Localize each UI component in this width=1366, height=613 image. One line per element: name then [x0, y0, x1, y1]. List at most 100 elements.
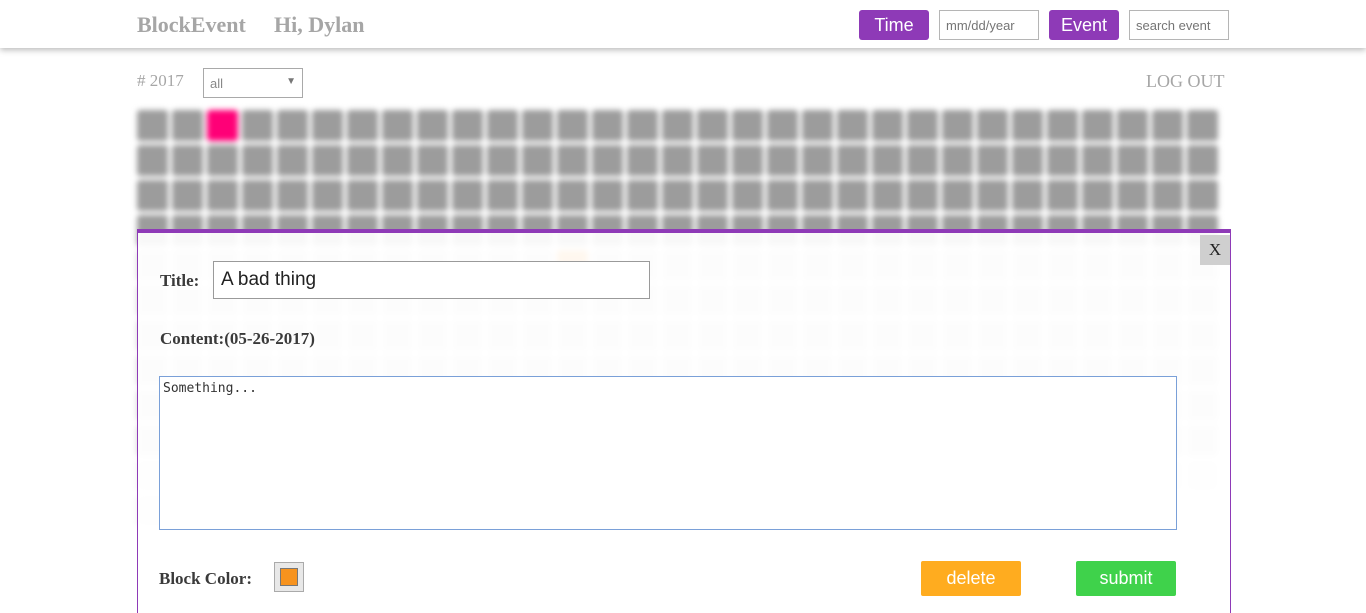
- day-block[interactable]: [732, 110, 763, 141]
- day-block[interactable]: [1047, 180, 1078, 211]
- day-block[interactable]: [1187, 110, 1218, 141]
- day-block[interactable]: [1152, 145, 1183, 176]
- day-block[interactable]: [837, 180, 868, 211]
- day-block[interactable]: [627, 110, 658, 141]
- time-button[interactable]: Time: [859, 10, 929, 40]
- day-block[interactable]: [137, 110, 168, 141]
- delete-button[interactable]: delete: [921, 561, 1021, 596]
- day-block[interactable]: [977, 180, 1008, 211]
- day-block[interactable]: [557, 145, 588, 176]
- day-block[interactable]: [557, 180, 588, 211]
- day-block[interactable]: [1047, 145, 1078, 176]
- search-event-input[interactable]: [1129, 10, 1229, 40]
- day-block[interactable]: [942, 145, 973, 176]
- date-input[interactable]: [939, 10, 1039, 40]
- title-input[interactable]: [213, 261, 650, 299]
- day-block[interactable]: [977, 145, 1008, 176]
- day-block[interactable]: [662, 110, 693, 141]
- day-block[interactable]: [312, 110, 343, 141]
- day-block[interactable]: [907, 145, 938, 176]
- day-block[interactable]: [907, 110, 938, 141]
- day-block[interactable]: [487, 180, 518, 211]
- day-block[interactable]: [277, 145, 308, 176]
- day-block[interactable]: [522, 145, 553, 176]
- day-block[interactable]: [382, 180, 413, 211]
- day-block[interactable]: [242, 145, 273, 176]
- close-button[interactable]: X: [1200, 235, 1230, 265]
- day-block[interactable]: [802, 180, 833, 211]
- day-block[interactable]: [1082, 180, 1113, 211]
- block-color-picker[interactable]: [274, 562, 304, 592]
- day-block[interactable]: [977, 110, 1008, 141]
- day-block[interactable]: [347, 110, 378, 141]
- day-block[interactable]: [347, 180, 378, 211]
- submit-button[interactable]: submit: [1076, 561, 1176, 596]
- day-block[interactable]: [942, 180, 973, 211]
- day-block[interactable]: [172, 180, 203, 211]
- day-block[interactable]: [522, 110, 553, 141]
- day-block[interactable]: [802, 145, 833, 176]
- day-block[interactable]: [417, 145, 448, 176]
- day-block[interactable]: [1082, 110, 1113, 141]
- day-block[interactable]: [1117, 110, 1148, 141]
- day-block[interactable]: [242, 110, 273, 141]
- day-block[interactable]: [1187, 145, 1218, 176]
- day-block[interactable]: [592, 180, 623, 211]
- logout-link[interactable]: LOG OUT: [1146, 71, 1225, 92]
- day-block[interactable]: [487, 145, 518, 176]
- day-block[interactable]: [277, 110, 308, 141]
- day-block[interactable]: [347, 145, 378, 176]
- day-block[interactable]: [662, 180, 693, 211]
- day-block[interactable]: [452, 145, 483, 176]
- day-block[interactable]: [452, 110, 483, 141]
- day-block[interactable]: [312, 145, 343, 176]
- day-block[interactable]: [872, 110, 903, 141]
- day-block[interactable]: [487, 110, 518, 141]
- day-block[interactable]: [767, 180, 798, 211]
- day-block[interactable]: [872, 180, 903, 211]
- content-textarea[interactable]: Something...: [159, 376, 1177, 530]
- day-block[interactable]: [172, 110, 203, 141]
- day-block[interactable]: [732, 145, 763, 176]
- day-block[interactable]: [907, 180, 938, 211]
- day-block[interactable]: [1117, 180, 1148, 211]
- day-block[interactable]: [802, 110, 833, 141]
- day-block[interactable]: [277, 180, 308, 211]
- filter-select[interactable]: all ▼: [203, 68, 303, 98]
- day-block[interactable]: [1187, 180, 1218, 211]
- day-block[interactable]: [1012, 145, 1043, 176]
- day-block[interactable]: [767, 145, 798, 176]
- day-block[interactable]: [522, 180, 553, 211]
- brand-logo[interactable]: BlockEvent: [137, 12, 246, 38]
- day-block[interactable]: [312, 180, 343, 211]
- day-block[interactable]: [1117, 145, 1148, 176]
- day-block[interactable]: [627, 145, 658, 176]
- day-block[interactable]: [592, 145, 623, 176]
- day-block[interactable]: [417, 180, 448, 211]
- day-block[interactable]: [627, 180, 658, 211]
- day-block[interactable]: [382, 145, 413, 176]
- day-block[interactable]: [382, 110, 413, 141]
- day-block[interactable]: [1152, 110, 1183, 141]
- day-block[interactable]: [137, 145, 168, 176]
- event-button[interactable]: Event: [1049, 10, 1119, 40]
- day-block[interactable]: [697, 110, 728, 141]
- day-block[interactable]: [697, 145, 728, 176]
- day-block[interactable]: [207, 180, 238, 211]
- day-block[interactable]: [592, 110, 623, 141]
- day-block[interactable]: [557, 110, 588, 141]
- day-block[interactable]: [452, 180, 483, 211]
- day-block[interactable]: [697, 180, 728, 211]
- day-block[interactable]: [872, 145, 903, 176]
- day-block[interactable]: [207, 110, 238, 141]
- day-block[interactable]: [1012, 110, 1043, 141]
- day-block[interactable]: [1152, 180, 1183, 211]
- day-block[interactable]: [837, 145, 868, 176]
- day-block[interactable]: [942, 110, 973, 141]
- day-block[interactable]: [767, 110, 798, 141]
- day-block[interactable]: [242, 180, 273, 211]
- day-block[interactable]: [662, 145, 693, 176]
- day-block[interactable]: [417, 110, 448, 141]
- day-block[interactable]: [732, 180, 763, 211]
- day-block[interactable]: [1012, 180, 1043, 211]
